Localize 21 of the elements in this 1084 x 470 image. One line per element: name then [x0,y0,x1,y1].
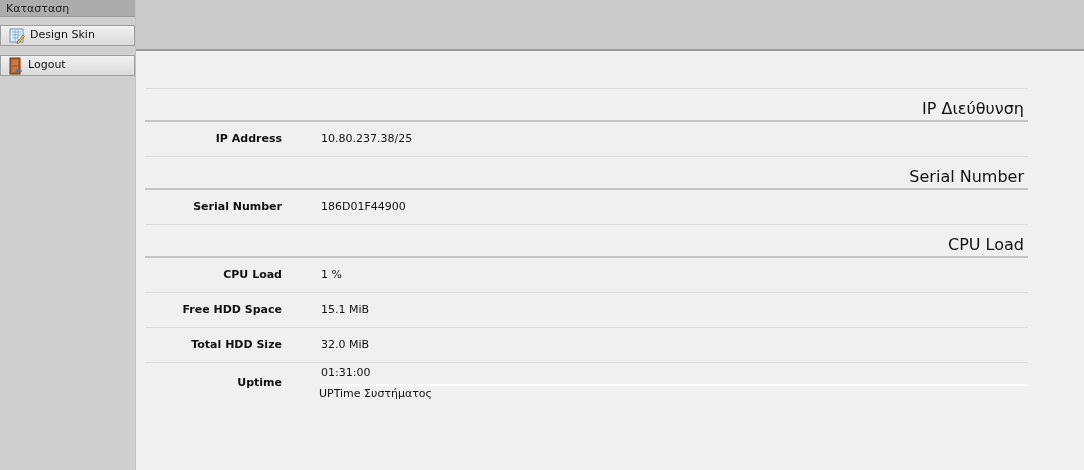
field-note: UPTime Συστήματος [319,385,434,402]
door-icon [9,56,23,75]
field-value: 186D01F44900 [321,198,407,215]
field-value: 10.80.237.38/25 [321,130,414,147]
field-value: 1 % [321,266,343,283]
sidebar-button[interactable]: Logout [0,55,135,76]
section-heading: Serial Number [909,167,1025,187]
section-heading: IP Διεύθυνση [922,99,1025,119]
field-label: IP Address [215,130,282,147]
field-label: Free HDD Space [182,301,282,318]
field-label: Uptime [237,375,282,392]
pencil-sheet-icon [9,27,25,44]
field-value: 32.0 MiB [321,336,371,353]
field-label: CPU Load [223,266,282,283]
sidebar-button[interactable]: Design Skin [0,25,135,46]
field-label: Total HDD Size [191,336,282,353]
field-value: 15.1 MiB [321,301,371,318]
section-heading: CPU Load [948,235,1025,255]
field-value: 01:31:00 [321,365,372,381]
field-label: Serial Number [193,198,282,215]
sidebar-header: Κατασταση [0,0,135,17]
